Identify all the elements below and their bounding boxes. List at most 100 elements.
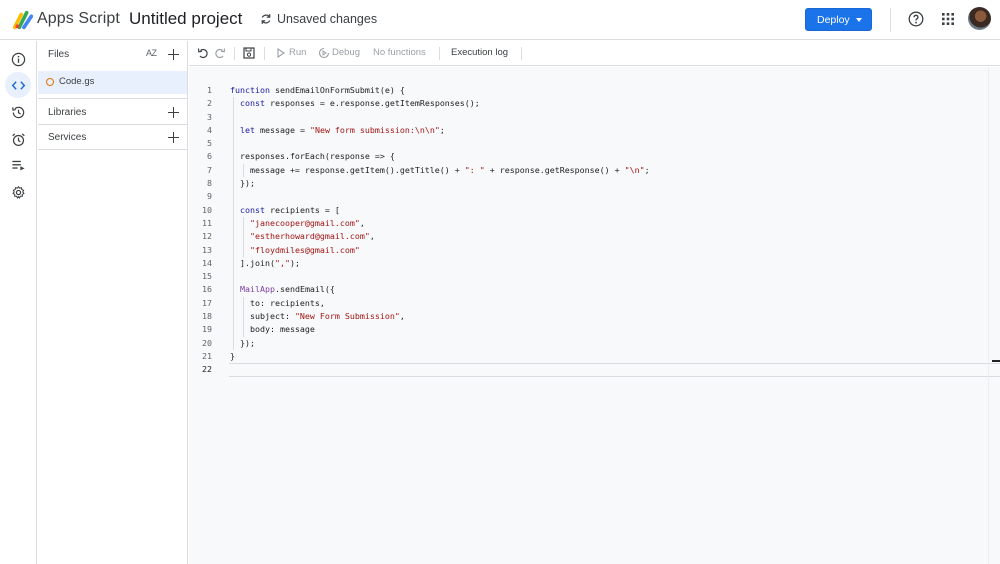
sort-az-icon[interactable]: AZ (146, 48, 157, 58)
history-icon (11, 106, 24, 118)
code-line[interactable]: 14 ].join(","); (189, 257, 1000, 270)
function-select[interactable]: No functions (373, 47, 426, 58)
play-icon (277, 48, 285, 58)
save-status-label: Unsaved changes (277, 12, 378, 26)
save-icon[interactable] (243, 47, 255, 59)
line-number: 22 (202, 364, 212, 375)
line-number: 8 (207, 178, 212, 189)
files-header: Files AZ (38, 41, 187, 67)
line-number: 2 (207, 98, 212, 109)
project-title[interactable]: Untitled project (129, 9, 242, 29)
line-number: 12 (202, 231, 212, 242)
line-number: 14 (202, 257, 212, 268)
header-divider (890, 8, 891, 32)
run-button[interactable]: Run (289, 47, 306, 58)
code-text: "floydmiles@gmail.com" (249, 244, 360, 255)
code-text: let message = "New form submission:\n\n"… (240, 124, 445, 135)
code-line[interactable]: 22 (189, 363, 1000, 378)
code-line[interactable]: 18 subject: "New Form Submission", (189, 310, 1000, 323)
deploy-button[interactable]: Deploy (805, 8, 872, 31)
code-line[interactable]: 4 let message = "New form submission:\n\… (189, 124, 1000, 137)
code-line[interactable]: 8 }); (189, 177, 1000, 190)
code-line[interactable]: 21} (189, 350, 1000, 363)
playlist-play-icon (11, 160, 25, 170)
top-app-bar: Apps Script Untitled project Unsaved cha… (0, 0, 1000, 40)
rail-executions[interactable] (5, 152, 31, 178)
rail-settings[interactable] (5, 179, 31, 205)
rail-editor[interactable] (5, 72, 31, 98)
caret-down-icon (856, 17, 862, 22)
editor-scrollbar[interactable] (988, 67, 1000, 564)
sync-icon (261, 14, 271, 24)
info-icon (11, 52, 25, 66)
rail-history[interactable] (5, 99, 31, 125)
code-line[interactable]: 19 body: message (189, 323, 1000, 336)
code-line[interactable]: 20 }); (189, 337, 1000, 350)
code-line[interactable]: 13 "floydmiles@gmail.com" (189, 244, 1000, 257)
line-number: 16 (202, 284, 212, 295)
code-line[interactable]: 5 (189, 137, 1000, 150)
code-text: const responses = e.response.getItemResp… (240, 98, 480, 109)
add-service-icon[interactable] (168, 131, 179, 143)
toolbar-divider (439, 47, 440, 60)
code-line[interactable]: 15 (189, 270, 1000, 283)
code-line[interactable]: 1 function sendEmailOnFormSubmit(e) { (189, 84, 1000, 97)
apps-script-logo-icon[interactable] (12, 9, 34, 31)
file-item-code-gs[interactable]: Code.gs (38, 71, 187, 94)
divider (38, 149, 187, 150)
files-panel: Files AZ Code.gs Libraries Services (38, 41, 188, 564)
save-status: Unsaved changes (260, 12, 377, 26)
google-apps-icon[interactable] (941, 12, 955, 26)
toolbar-divider (521, 47, 522, 60)
code-text: function sendEmailOnFormSubmit(e) { (230, 85, 405, 95)
code-line[interactable]: 2 const responses = e.response.getItemRe… (189, 97, 1000, 110)
code-line[interactable]: 17 to: recipients, (189, 297, 1000, 310)
line-number: 19 (202, 324, 212, 335)
debug-icon (318, 47, 330, 59)
code-text: responses.forEach(response => { (230, 151, 395, 162)
editor-toolbar: Run Debug No functions Execution log (189, 41, 1000, 66)
redo-icon[interactable] (214, 47, 226, 59)
code-line[interactable]: 3 (189, 111, 1000, 124)
line-number: 3 (207, 111, 212, 122)
code-line[interactable]: 12 "estherhoward@gmail.com", (189, 230, 1000, 243)
help-icon[interactable] (908, 11, 924, 27)
code-text: "estherhoward@gmail.com", (249, 231, 375, 242)
code-text: ].join(","); (230, 257, 300, 268)
code-line[interactable]: 7 message += response.getItem().getTitle… (189, 164, 1000, 177)
code-line[interactable]: 16 MailApp.sendEmail({ (189, 283, 1000, 296)
execution-log-button[interactable]: Execution log (451, 47, 508, 58)
line-number: 13 (202, 244, 212, 255)
rail-overview[interactable] (5, 46, 31, 72)
undo-icon[interactable] (197, 47, 209, 59)
code-text: subject: "New Form Submission", (230, 311, 405, 322)
rail-triggers[interactable] (5, 126, 31, 152)
left-nav-rail (0, 41, 37, 564)
line-number: 11 (202, 217, 212, 228)
toolbar-divider (234, 47, 235, 60)
toolbar-divider (264, 47, 265, 60)
code-text: } (230, 350, 235, 361)
debug-button[interactable]: Debug (332, 47, 360, 58)
code-line[interactable]: 10 const recipients = [ (189, 204, 1000, 217)
code-editor[interactable]: 1 function sendEmailOnFormSubmit(e) {2 co… (189, 67, 1000, 564)
alarm-clock-icon (11, 132, 25, 146)
line-number: 5 (207, 138, 212, 149)
add-library-icon[interactable] (168, 106, 179, 118)
code-line[interactable]: 9 (189, 190, 1000, 203)
code-text: const recipients = [ (240, 204, 340, 215)
app-name[interactable]: Apps Script (37, 10, 120, 28)
unsaved-dot-icon (46, 78, 54, 86)
code-line[interactable]: 6 responses.forEach(response => { (189, 150, 1000, 163)
code-line[interactable]: 11 "janecooper@gmail.com", (189, 217, 1000, 230)
add-file-icon[interactable] (168, 48, 179, 60)
services-title: Services (48, 131, 87, 143)
code-lines[interactable]: 1 function sendEmailOnFormSubmit(e) {2 co… (189, 84, 1000, 378)
libraries-title: Libraries (48, 106, 87, 118)
account-avatar[interactable] (968, 7, 991, 30)
line-number: 17 (202, 297, 212, 308)
indent-guide (233, 97, 234, 350)
gear-icon (11, 185, 25, 199)
line-number: 21 (202, 350, 212, 361)
deploy-button-label: Deploy (817, 13, 850, 26)
